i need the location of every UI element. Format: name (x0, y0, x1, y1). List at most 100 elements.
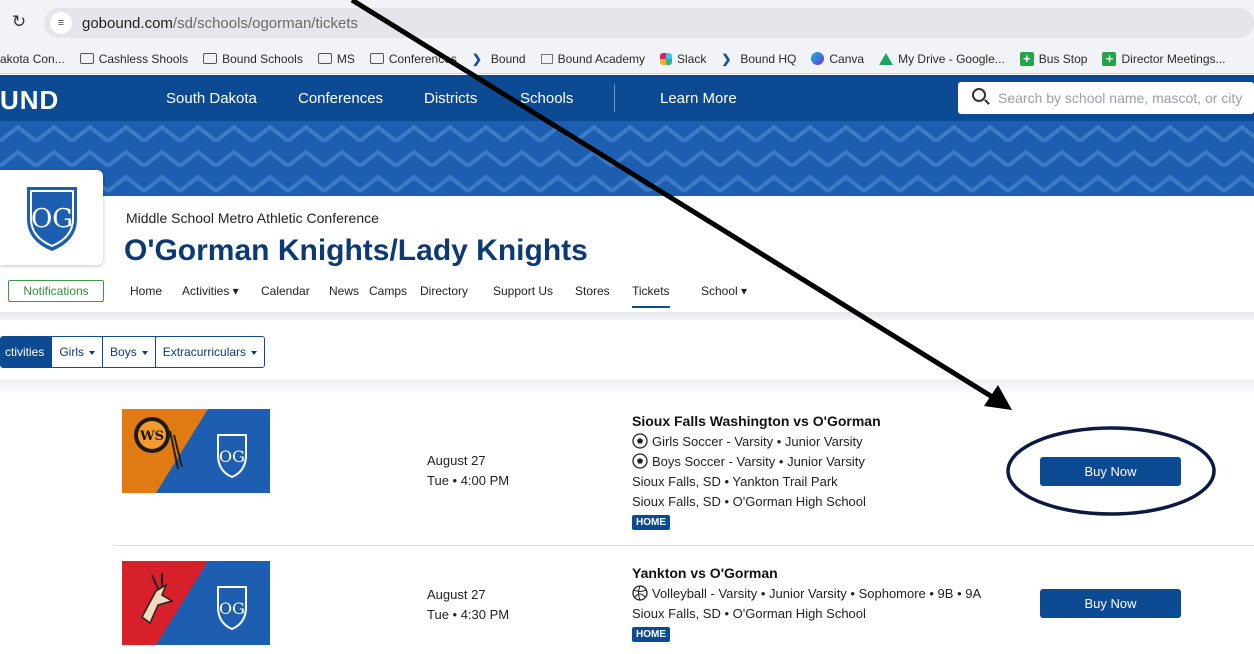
nav-conferences[interactable]: Conferences (298, 90, 383, 107)
site-logo[interactable]: UND (0, 85, 59, 116)
subnav-school[interactable]: School ▾ (701, 284, 747, 298)
bookmark-label: Director Meetings... (1121, 51, 1226, 66)
site-navbar: UND South Dakota Conferences Districts S… (0, 75, 1254, 121)
home-badge: HOME (632, 515, 670, 530)
event-time: Tue • 4:00 PM (427, 473, 510, 488)
filter-boys[interactable]: Boys (102, 337, 155, 367)
book-icon (540, 53, 553, 64)
bookmark-item[interactable]: Slack (660, 52, 706, 66)
search-input[interactable] (998, 82, 1254, 114)
nav-south-dakota[interactable]: South Dakota (166, 90, 257, 107)
filter-boys-label: Boys (110, 345, 137, 359)
event-activity-line: Boys Soccer - Varsity • Junior Varsity (632, 453, 865, 469)
home-badge: HOME (632, 627, 670, 642)
bound-icon: ❯ (471, 51, 482, 66)
bookmark-item[interactable]: Cashless Shools (79, 51, 189, 66)
event-activity-text: Boys Soccer - Varsity • Junior Varsity (652, 453, 865, 469)
filter-girls-label: Girls (59, 345, 85, 359)
bookmark-label: Cashless Shools (98, 51, 189, 66)
site-settings-icon[interactable]: ≡ (50, 12, 72, 34)
buy-now-button[interactable]: Buy Now (1040, 457, 1181, 486)
bookmark-label: My Drive - Google... (898, 51, 1005, 66)
bookmark-item[interactable]: Bound Academy (540, 51, 645, 66)
bookmark-label: Bound HQ (740, 51, 797, 66)
soccer-ball-icon (632, 433, 648, 449)
folder-icon (369, 53, 384, 64)
caret-down-icon (89, 350, 96, 355)
drive-icon (879, 52, 894, 65)
event-matchup-image: WS OG (122, 409, 270, 493)
svg-text:OG: OG (30, 204, 72, 234)
subnav-support-us[interactable]: Support Us (493, 284, 553, 298)
caret-down-icon (251, 350, 258, 355)
school-logo[interactable]: OG (0, 170, 103, 265)
subnav-tickets[interactable]: Tickets (632, 284, 670, 308)
url-path: /sd/schools/ogorman/tickets (172, 14, 358, 32)
chevron-pattern (0, 121, 1254, 196)
subnav-activities[interactable]: Activities ▾ (182, 284, 239, 298)
bookmark-label: Bound Academy (557, 51, 645, 66)
canva-icon (811, 52, 825, 65)
nav-learn-more[interactable]: Learn More (660, 90, 737, 107)
subnav-stores[interactable]: Stores (575, 284, 610, 298)
bookmark-item[interactable]: akota Con... (0, 52, 65, 66)
event-date: August 27 (427, 587, 486, 602)
folder-icon (203, 53, 218, 64)
bookmark-label: Slack (677, 51, 707, 66)
url-field[interactable]: ≡ gobound.com/sd/schools/ogorman/tickets (44, 8, 1254, 38)
subnav-home[interactable]: Home (130, 284, 162, 298)
bookmark-item[interactable]: MS (317, 51, 355, 66)
filter-all-activities[interactable]: ctivities (1, 337, 52, 367)
bookmark-item[interactable]: + Director Meetings... (1102, 51, 1226, 66)
event-time: Tue • 4:30 PM (427, 607, 510, 622)
school-banner (0, 121, 1254, 196)
bookmark-item[interactable]: + Bus Stop (1019, 51, 1088, 66)
bookmark-item[interactable]: Canva (811, 52, 864, 66)
volleyball-icon (632, 585, 648, 601)
search-box (958, 82, 1254, 114)
activity-filters: ctivities Girls Boys Extracurriculars (0, 336, 266, 368)
event-activity-line: Girls Soccer - Varsity • Junior Varsity (632, 433, 863, 449)
conference-name[interactable]: Middle School Metro Athletic Conference (126, 210, 379, 226)
bookmark-item[interactable]: Bound Schools (203, 52, 303, 66)
list-top-shadow (0, 380, 1254, 394)
event-title[interactable]: Sioux Falls Washington vs O'Gorman (632, 413, 881, 429)
subnav-calendar[interactable]: Calendar (261, 284, 310, 298)
bookmark-item[interactable]: ❯ Bound HQ (721, 52, 796, 66)
folder-icon (317, 53, 332, 64)
bookmark-label: akota Con... (0, 51, 65, 66)
buy-now-button[interactable]: Buy Now (1040, 589, 1181, 618)
subnav-news[interactable]: News (329, 284, 359, 298)
event-location: Sioux Falls, SD • Yankton Trail Park (632, 474, 838, 489)
bookmark-label: Bus Stop (1038, 51, 1088, 66)
subnav-directory[interactable]: Directory (420, 284, 468, 298)
bookmark-item[interactable]: Conferences (369, 51, 457, 66)
nav-schools[interactable]: Schools (520, 90, 573, 107)
subnav-camps[interactable]: Camps (369, 284, 407, 298)
filter-extracurriculars[interactable]: Extracurriculars (154, 337, 265, 367)
bookmark-item[interactable]: My Drive - Google... (879, 52, 1005, 66)
notifications-button[interactable]: Notifications (8, 280, 104, 302)
bookmark-item[interactable]: ❯ Bound (472, 52, 526, 66)
bookmark-label: Conferences (388, 51, 457, 66)
soccer-ball-icon (632, 453, 648, 469)
svg-text:OG: OG (219, 447, 245, 466)
caret-down-icon (141, 350, 148, 355)
matchup-graphic: WS OG (122, 409, 270, 493)
svg-text:OG: OG (219, 599, 245, 618)
event-date: August 27 (427, 453, 486, 468)
reload-icon[interactable]: ↻ (10, 12, 28, 32)
bound-icon: ❯ (721, 51, 732, 66)
url-host: gobound.com (82, 14, 173, 32)
filter-girls[interactable]: Girls (51, 337, 103, 367)
folder-icon (79, 53, 94, 64)
nav-districts[interactable]: Districts (424, 90, 477, 107)
bookmark-label: MS (336, 51, 355, 66)
event-row: OG August 27 Tue • 4:30 PM Yankton vs O'… (113, 547, 1254, 654)
bookmark-label: Bound Schools (222, 51, 303, 66)
search-icon[interactable] (972, 88, 986, 102)
event-location: Sioux Falls, SD • O'Gorman High School (632, 606, 866, 621)
event-matchup-image: OG (122, 561, 270, 645)
event-title[interactable]: Yankton vs O'Gorman (632, 565, 778, 581)
filter-extracurriculars-label: Extracurriculars (162, 345, 247, 359)
